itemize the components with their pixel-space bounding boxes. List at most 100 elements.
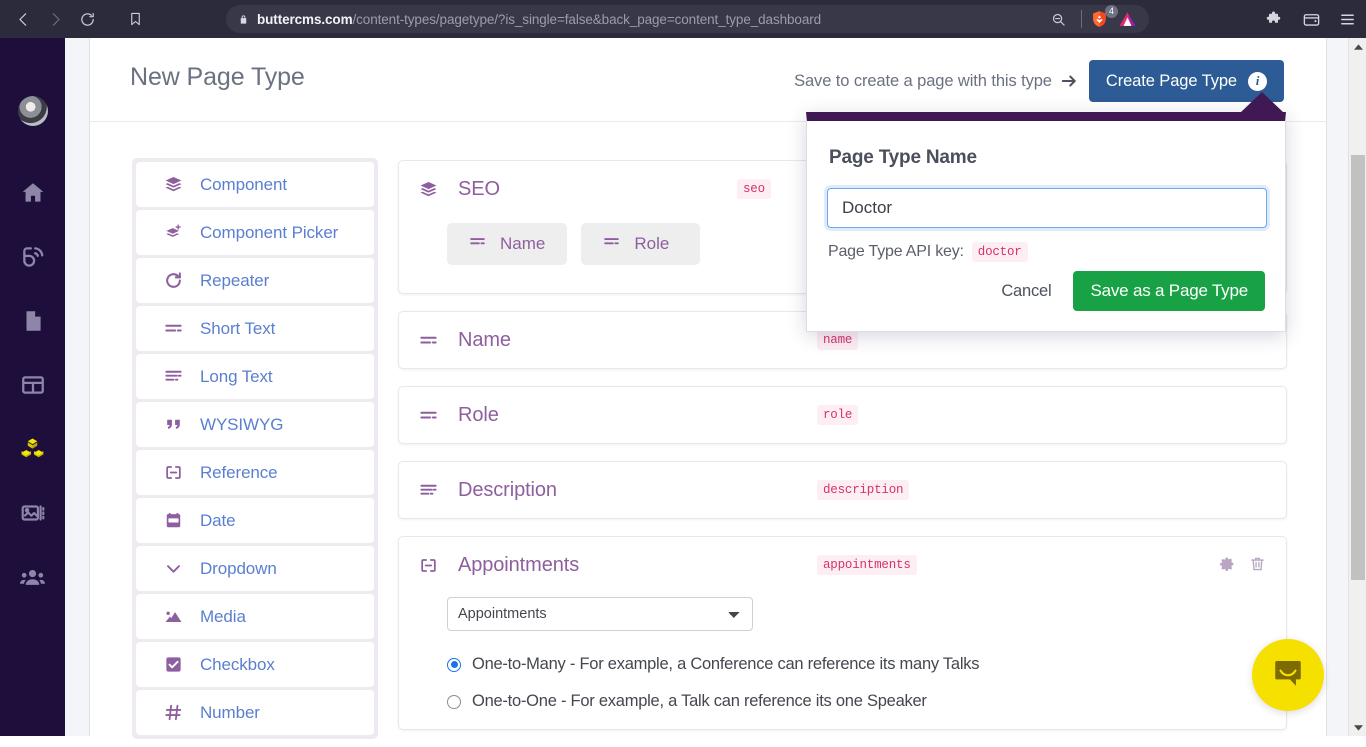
palette-item-label: WYSIWYG xyxy=(200,414,284,434)
palette-item-long-text[interactable]: Long Text xyxy=(136,354,374,399)
quote-marks-icon xyxy=(162,415,184,434)
field-card-appointments[interactable]: Appointments appointments Appointments O… xyxy=(398,536,1287,730)
palette-item-label: Number xyxy=(200,702,260,722)
chat-bubble-icon xyxy=(1271,656,1305,695)
brave-wallet-icon[interactable] xyxy=(1296,4,1326,34)
sidebar-item-pages[interactable] xyxy=(0,289,65,353)
field-api-key: name xyxy=(817,330,859,350)
short-text-lines-icon xyxy=(419,331,439,350)
palette-item-dropdown[interactable]: Dropdown xyxy=(136,546,374,591)
palette-item-label: Date xyxy=(200,510,236,530)
modal-pointer-triangle xyxy=(1240,92,1284,113)
brave-rewards-triangle-icon[interactable] xyxy=(1115,4,1139,34)
sidebar-item-media[interactable] xyxy=(0,481,65,545)
palette-item-label: Short Text xyxy=(200,318,276,338)
info-icon[interactable]: i xyxy=(1248,71,1267,91)
save-as-page-type-button[interactable]: Save as a Page Type xyxy=(1073,271,1265,311)
palette-item-label: Component xyxy=(200,174,287,194)
palette-item-wysiwyg[interactable]: WYSIWYG xyxy=(136,402,374,447)
sidebar-nav xyxy=(0,161,65,609)
trash-icon[interactable] xyxy=(1249,555,1266,573)
extensions-puzzle-icon[interactable] xyxy=(1260,4,1290,34)
sidebar-item-collections[interactable] xyxy=(0,353,65,417)
field-header: Role role xyxy=(399,387,1286,443)
scroll-down-arrow-icon[interactable] xyxy=(1349,718,1366,736)
reference-target-select[interactable]: Appointments xyxy=(447,597,753,631)
palette-item-label: Checkbox xyxy=(200,654,275,674)
palette-item-reference[interactable]: Reference xyxy=(136,450,374,495)
radio-one-to-one[interactable] xyxy=(447,694,461,709)
sidebar-item-home[interactable] xyxy=(0,161,65,225)
browser-toolbar: buttercms.com/content-types/pagetype/?is… xyxy=(0,0,1366,38)
hash-number-icon xyxy=(162,703,184,722)
relation-option-one-to-one[interactable]: One-to-One - For example, a Talk can ref… xyxy=(447,692,1286,711)
save-hint-text: Save to create a page with this type xyxy=(794,71,1052,90)
avatar[interactable] xyxy=(17,96,48,126)
reload-icon[interactable] xyxy=(72,4,102,34)
gear-icon[interactable] xyxy=(1218,555,1236,573)
palette-item-media[interactable]: Media xyxy=(136,594,374,639)
page-type-name-modal: Page Type Name Page Type API key: doctor… xyxy=(806,112,1286,332)
sidebar-item-team[interactable] xyxy=(0,545,65,609)
palette-item-label: Dropdown xyxy=(200,558,277,578)
header-actions: Save to create a page with this type Cre… xyxy=(794,60,1284,102)
api-key-label: Page Type API key: xyxy=(828,243,964,260)
page-scrollbar[interactable] xyxy=(1348,38,1366,736)
sidebar-item-content-types[interactable] xyxy=(0,417,65,481)
page-gutter-left xyxy=(65,38,89,736)
short-text-lines-icon xyxy=(603,233,620,255)
palette-item-repeater[interactable]: Repeater xyxy=(136,258,374,303)
field-card-description[interactable]: Description description xyxy=(398,461,1287,519)
child-field-label: Name xyxy=(500,234,546,253)
child-field-label: Role xyxy=(634,234,670,253)
zoom-search-icon[interactable] xyxy=(1043,4,1073,34)
hamburger-menu-icon[interactable] xyxy=(1332,4,1362,34)
back-arrow-icon[interactable] xyxy=(8,4,38,34)
cancel-button[interactable]: Cancel xyxy=(1001,282,1051,301)
field-api-key: seo xyxy=(737,179,771,199)
palette-item-short-text[interactable]: Short Text xyxy=(136,306,374,351)
short-text-lines-icon xyxy=(419,406,439,425)
lock-icon xyxy=(238,13,249,26)
brave-shields-icon[interactable]: 4 xyxy=(1090,5,1118,29)
refresh-loop-icon xyxy=(162,271,184,290)
field-title: Description xyxy=(458,478,557,501)
relation-option-label: One-to-Many - For example, a Conference … xyxy=(472,655,980,673)
sidebar-item-blog[interactable] xyxy=(0,225,65,289)
relation-option-label: One-to-One - For example, a Talk can ref… xyxy=(472,692,927,710)
child-field-name[interactable]: Name xyxy=(447,223,568,265)
field-type-palette: Component Component Picker Repeater Shor… xyxy=(132,158,378,739)
palette-item-component-picker[interactable]: Component Picker xyxy=(136,210,374,255)
checkbox-checked-icon xyxy=(162,655,184,674)
forward-arrow-icon[interactable] xyxy=(40,4,70,34)
radio-one-to-many[interactable] xyxy=(447,657,461,672)
chevron-down-icon xyxy=(162,559,184,578)
field-title: Name xyxy=(458,328,511,351)
child-field-role[interactable]: Role xyxy=(581,223,701,265)
url-text: buttercms.com/content-types/pagetype/?is… xyxy=(257,11,822,27)
app-sidebar xyxy=(0,38,65,736)
intercom-launcher-button[interactable] xyxy=(1252,639,1324,711)
short-text-lines-icon xyxy=(162,319,184,338)
field-header: Appointments appointments xyxy=(399,537,1286,593)
palette-item-date[interactable]: Date xyxy=(136,498,374,543)
palette-item-number[interactable]: Number xyxy=(136,690,374,735)
scroll-up-arrow-icon[interactable] xyxy=(1349,38,1366,56)
bookmark-icon[interactable] xyxy=(118,4,152,34)
palette-item-checkbox[interactable]: Checkbox xyxy=(136,642,374,687)
api-key-value: doctor xyxy=(971,242,1028,262)
palette-item-label: Repeater xyxy=(200,270,270,290)
address-bar[interactable]: buttercms.com/content-types/pagetype/?is… xyxy=(226,5,1149,33)
relation-option-one-to-many[interactable]: One-to-Many - For example, a Conference … xyxy=(447,655,1286,674)
palette-item-component[interactable]: Component xyxy=(136,162,374,207)
link-reference-icon xyxy=(162,463,184,482)
field-card-role[interactable]: Role role xyxy=(398,386,1287,444)
page-type-name-input[interactable] xyxy=(827,188,1267,228)
palette-item-label: Long Text xyxy=(200,366,273,386)
modal-actions: Cancel Save as a Page Type xyxy=(1001,271,1265,311)
browser-right-actions xyxy=(1260,0,1362,38)
field-title: SEO xyxy=(458,177,500,200)
scrollbar-thumb[interactable] xyxy=(1351,155,1365,580)
page-gutter-right xyxy=(1327,38,1348,736)
long-text-lines-icon xyxy=(419,481,439,500)
